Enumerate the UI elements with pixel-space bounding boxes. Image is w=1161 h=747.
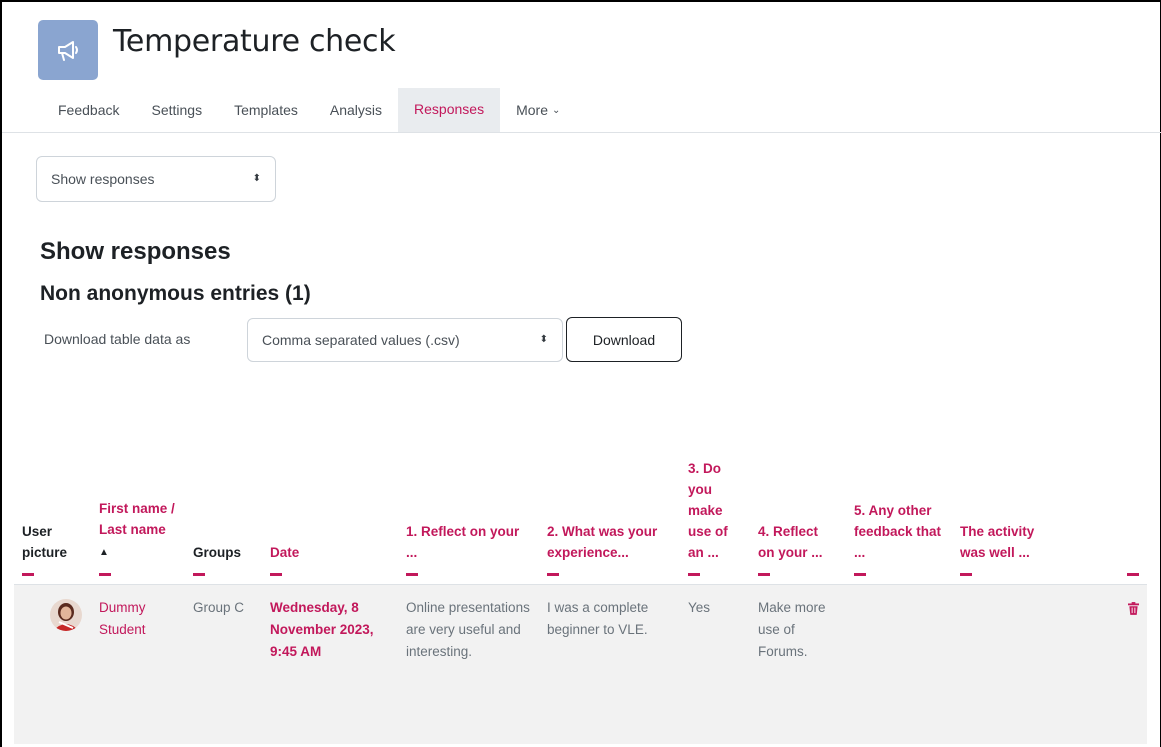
collapse-column-icon[interactable]	[758, 572, 770, 576]
collapse-column-icon[interactable]	[193, 572, 205, 576]
column-header-actions	[1047, 380, 1147, 584]
column-header-name[interactable]: First name / Last name ▲	[91, 380, 185, 584]
column-label: 2. What was your experience...	[547, 523, 658, 560]
column-label: 3. Do you make use of an ...	[688, 460, 728, 560]
column-header-groups: Groups	[185, 380, 262, 584]
collapse-column-icon[interactable]	[99, 572, 111, 576]
column-header-user-picture: User picture	[14, 380, 91, 584]
view-select[interactable]: Show responses ⬍	[36, 156, 276, 202]
tab-label: More	[516, 102, 548, 118]
collapse-column-icon[interactable]	[854, 572, 866, 576]
collapse-column-icon[interactable]	[1127, 572, 1139, 576]
table-header-row: User picture First name / Last name ▲ Gro…	[14, 380, 1147, 584]
tab-analysis[interactable]: Analysis	[314, 88, 398, 132]
select-arrows-icon: ⬍	[252, 173, 261, 184]
entries-heading: Non anonymous entries (1)	[40, 282, 311, 305]
column-label: 5. Any other feedback that ...	[854, 502, 942, 560]
column-label: User picture	[22, 523, 68, 560]
tabs-divider	[2, 132, 1161, 133]
view-select-value: Show responses	[51, 171, 155, 187]
column-label: 1. Reflect on your ...	[406, 523, 520, 560]
collapse-column-icon[interactable]	[960, 572, 972, 576]
column-label: 4. Reflect on your ...	[758, 523, 823, 560]
tab-label: Analysis	[329, 102, 383, 118]
table-row: Dummy Student Group C Wednesday, 8 Novem…	[14, 584, 1147, 744]
sort-ascending-icon: ▲	[99, 546, 109, 558]
page-title: Temperature check	[113, 24, 396, 59]
responses-table: User picture First name / Last name ▲ Gro…	[14, 380, 1147, 744]
column-label: The activity was well ...	[960, 523, 1035, 560]
select-arrows-icon: ⬍	[539, 334, 548, 345]
column-header-q2[interactable]: 2. What was your experience...	[539, 380, 680, 584]
collapse-column-icon[interactable]	[547, 572, 559, 576]
download-label: Download table data as	[44, 331, 191, 347]
column-header-q5[interactable]: 5. Any other feedback that ...	[846, 380, 952, 584]
collapse-column-icon[interactable]	[406, 572, 418, 576]
cell-group: Group C	[185, 584, 262, 744]
column-header-q1[interactable]: 1. Reflect on your ...	[398, 380, 539, 584]
section-heading: Show responses	[40, 238, 231, 265]
chevron-down-icon: ⌄	[551, 104, 561, 116]
cell-q5	[846, 584, 952, 744]
column-header-date[interactable]: Date	[262, 380, 398, 584]
cell-q3: Yes	[680, 584, 750, 744]
column-label: First name / Last name	[99, 500, 175, 537]
cell-name[interactable]: Dummy Student	[91, 584, 185, 744]
trash-icon[interactable]	[1055, 599, 1139, 621]
column-label: Groups	[193, 544, 242, 560]
download-format-select[interactable]: Comma separated values (.csv) ⬍	[247, 318, 563, 362]
column-header-q3[interactable]: 3. Do you make use of an ...	[680, 380, 750, 584]
cell-q6	[952, 584, 1047, 744]
cell-q1: Online presentations are very useful and…	[398, 584, 539, 744]
cell-date[interactable]: Wednesday, 8 November 2023, 9:45 AM	[262, 584, 398, 744]
tab-label: Templates	[234, 102, 298, 118]
tab-label: Feedback	[58, 102, 120, 118]
cell-actions	[1047, 584, 1147, 744]
tab-templates[interactable]: Templates	[218, 88, 314, 132]
megaphone-icon	[38, 20, 98, 80]
collapse-column-icon[interactable]	[688, 572, 700, 576]
collapse-column-icon[interactable]	[22, 572, 34, 576]
tab-responses[interactable]: Responses	[398, 88, 501, 132]
column-label: Date	[270, 544, 300, 560]
tab-label: Settings	[151, 102, 203, 118]
tab-more[interactable]: More ⌄	[500, 88, 576, 132]
cell-q2: I was a complete beginner to VLE.	[539, 584, 680, 744]
tab-label: Responses	[414, 101, 485, 117]
column-header-q6[interactable]: The activity was well ...	[952, 380, 1047, 584]
tab-feedback[interactable]: Feedback	[44, 88, 135, 132]
download-format-value: Comma separated values (.csv)	[262, 332, 460, 348]
secondary-navigation: Feedback Settings Templates Analysis Res…	[44, 88, 576, 132]
avatar[interactable]	[50, 598, 82, 631]
collapse-column-icon[interactable]	[270, 572, 282, 576]
cell-q4: Make more use of Forums.	[750, 584, 846, 744]
tab-settings[interactable]: Settings	[135, 88, 218, 132]
download-button[interactable]: Download	[566, 317, 682, 362]
column-header-q4[interactable]: 4. Reflect on your ...	[750, 380, 846, 584]
cell-user-picture	[14, 584, 91, 744]
